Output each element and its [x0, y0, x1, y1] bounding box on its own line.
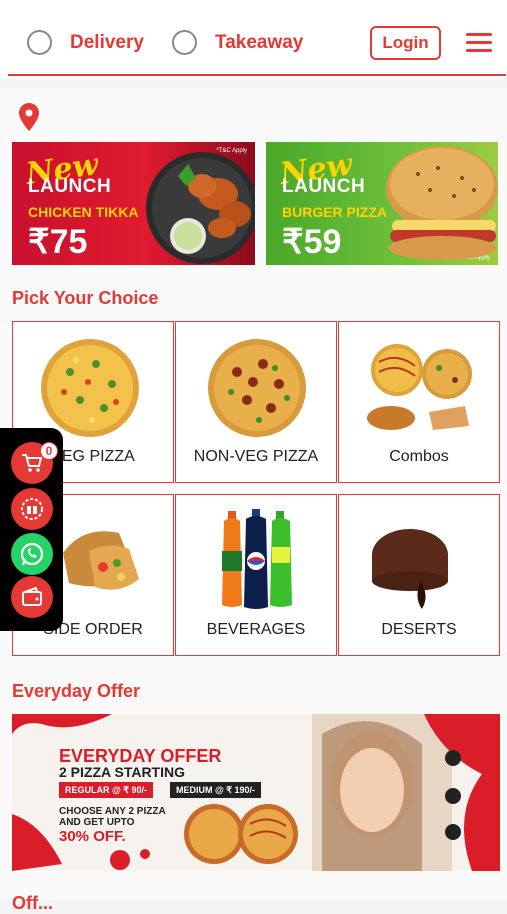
- combos-image: [367, 344, 472, 430]
- medium-price-pill: MEDIUM @ ₹ 190/-: [170, 782, 262, 798]
- takeaway-option[interactable]: Takeaway: [172, 30, 303, 55]
- wallet-button[interactable]: [11, 576, 53, 618]
- banner-launch-text: LAUNCH: [28, 176, 112, 197]
- delivery-option[interactable]: Delivery: [27, 30, 144, 55]
- login-button[interactable]: Login: [370, 26, 441, 60]
- offer-feature-icon: [438, 788, 468, 804]
- offer-choose-text: CHOOSE ANY 2 PIZZA AND GET UPTO: [59, 806, 166, 828]
- category-non-veg-pizza[interactable]: NON-VEG PIZZA: [175, 321, 337, 483]
- banner-chicken-tikka[interactable]: New LAUNCH CHICKEN TIKKA ₹75 *T&C Apply: [12, 142, 255, 265]
- next-section-title: Off...: [12, 893, 53, 913]
- category-beverages[interactable]: BEVERAGES: [175, 494, 337, 656]
- banner-launch-text: LAUNCH: [282, 176, 366, 197]
- category-deserts[interactable]: DESERTS: [338, 494, 500, 656]
- location-pin-icon[interactable]: [19, 103, 39, 131]
- offer-choose-line1: CHOOSE ANY 2 PIZZA: [59, 806, 166, 817]
- offer-feature-icon: [438, 750, 468, 766]
- banner-item-name: BURGER PIZZA: [282, 204, 387, 220]
- menu-icon[interactable]: [466, 33, 492, 53]
- whatsapp-button[interactable]: [11, 533, 53, 575]
- everyday-offer-banner[interactable]: EVERYDAY OFFER 2 PIZZA STARTING REGULAR …: [12, 714, 500, 871]
- banner-price: ₹75: [28, 223, 88, 261]
- regular-price-pill: REGULAR @ ₹ 90/-: [59, 782, 154, 798]
- banner-price: ₹59: [282, 223, 342, 261]
- banner-item-name: CHICKEN TIKKA: [28, 204, 139, 220]
- pick-your-choice-title: Pick Your Choice: [12, 288, 159, 308]
- non-veg-pizza-image: [208, 339, 306, 437]
- cart-icon: [22, 454, 43, 472]
- category-label: BEVERAGES: [206, 621, 306, 638]
- category-combos[interactable]: Combos: [338, 321, 500, 483]
- delivery-label: Delivery: [70, 31, 144, 53]
- offer-icon: [21, 498, 43, 520]
- delivery-radio[interactable]: [27, 30, 52, 55]
- offer-banner-subtitle: 2 PIZZA STARTING: [59, 764, 185, 780]
- cart-count-badge: 0: [40, 442, 58, 460]
- chicken-tikka-image: [146, 152, 255, 264]
- cart-button[interactable]: 0: [11, 442, 58, 484]
- burger-pizza-image: [386, 146, 498, 260]
- offers-button[interactable]: [11, 488, 53, 530]
- category-label: DESERTS: [381, 621, 457, 638]
- takeaway-radio[interactable]: [172, 30, 197, 55]
- everyday-offer-title: Everyday Offer: [12, 681, 141, 701]
- floating-action-panel: 0: [0, 428, 63, 631]
- top-bar: Delivery Takeaway Login: [0, 0, 507, 78]
- beverages-image: [222, 509, 292, 609]
- category-label: NON-VEG PIZZA: [193, 448, 319, 465]
- side-order-image: [63, 531, 139, 590]
- banner-burger-pizza[interactable]: New LAUNCH BURGER PIZZA ₹59 *T&C Apply: [266, 142, 498, 265]
- header-divider: [8, 74, 506, 76]
- wallet-icon: [22, 587, 42, 606]
- offer-feature-icon: [438, 824, 468, 840]
- veg-pizza-image: [41, 339, 139, 437]
- whatsapp-icon: [20, 542, 44, 566]
- deserts-image: [372, 529, 448, 609]
- category-label: Combos: [389, 448, 449, 465]
- takeaway-label: Takeaway: [215, 31, 304, 53]
- offer-discount-text: 30% OFF.: [59, 828, 126, 845]
- offer-choose-line2: AND GET UPTO: [59, 817, 135, 828]
